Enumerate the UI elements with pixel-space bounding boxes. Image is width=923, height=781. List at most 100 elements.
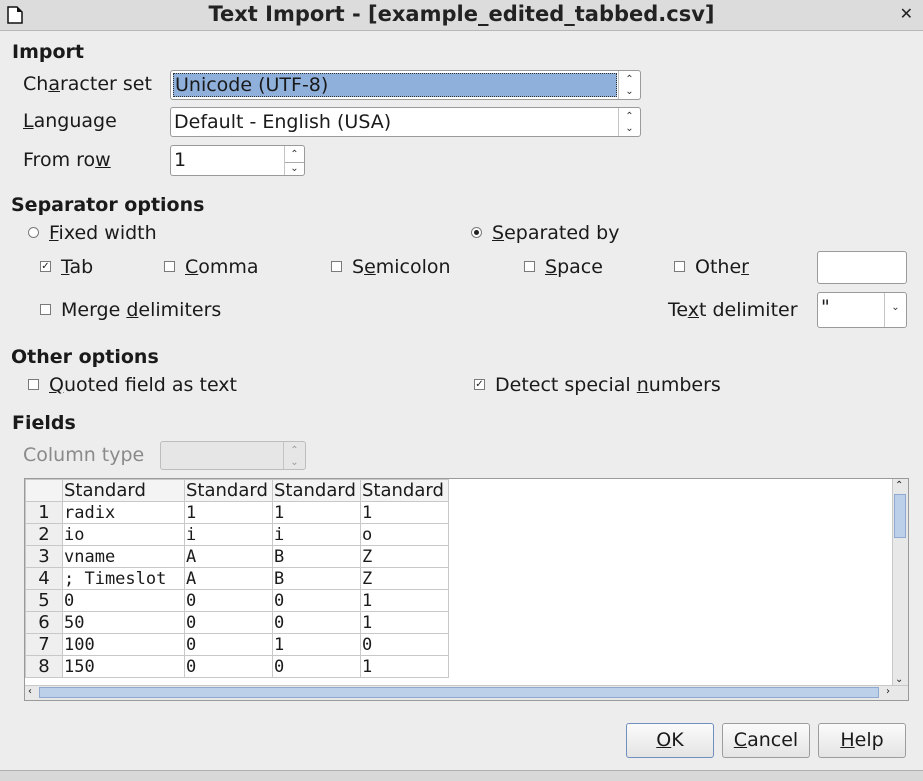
spinner-buttons[interactable]: ⌃ ⌄: [284, 146, 304, 175]
cell: 0: [272, 655, 361, 678]
merge-delimiters-checkbox[interactable]: [40, 304, 51, 315]
table-row: 4; Timeslot A B Z: [25, 567, 449, 590]
comma-checkbox[interactable]: [164, 261, 175, 272]
space-label[interactable]: Space: [545, 256, 603, 278]
quoted-field-label[interactable]: Quoted field as text: [49, 374, 237, 396]
tab-checkbox[interactable]: ✓: [40, 261, 51, 272]
spin-down-icon[interactable]: ⌄: [285, 163, 304, 175]
cell: 0: [184, 655, 273, 678]
cell: A: [184, 545, 273, 568]
charset-value: Unicode (UTF-8): [175, 74, 329, 96]
row-number: 8: [25, 655, 63, 678]
cell: B: [272, 545, 361, 568]
row-number: 1: [25, 501, 63, 524]
cell: 0: [62, 589, 185, 612]
cell: vname: [62, 545, 185, 568]
column-type-label: Column type: [23, 444, 145, 466]
language-select[interactable]: Default - English (USA) ⌃ ⌄: [170, 107, 641, 137]
comma-label[interactable]: Comma: [185, 256, 259, 278]
detect-special-numbers-checkbox[interactable]: ✓: [474, 379, 485, 390]
text-delimiter-label: Text delimiter: [668, 299, 798, 321]
spin-updown-icon: ⌃ ⌄: [283, 442, 305, 469]
cell: o: [360, 523, 449, 546]
table-row: 2 io i i o: [25, 523, 449, 546]
cell: 0: [184, 633, 273, 656]
column-header[interactable]: Standard: [360, 479, 449, 502]
other-checkbox[interactable]: [674, 261, 685, 272]
close-icon[interactable]: ✕: [900, 4, 913, 23]
column-header[interactable]: Standard: [62, 479, 185, 502]
semicolon-label[interactable]: Semicolon: [352, 256, 451, 278]
quoted-field-checkbox[interactable]: [28, 379, 39, 390]
fixed-width-label[interactable]: Fixed width: [49, 222, 157, 244]
cell: B: [272, 567, 361, 590]
scroll-up-icon[interactable]: ⌃: [895, 480, 903, 491]
chevron-down-icon[interactable]: ⌄: [884, 293, 906, 327]
column-type-select[interactable]: ⌃ ⌄: [160, 441, 306, 470]
fields-preview-grid[interactable]: Standard Standard Standard Standard 1 rad…: [24, 478, 909, 701]
cancel-button[interactable]: Cancel: [722, 723, 810, 758]
language-value: Default - English (USA): [174, 111, 392, 133]
cell: 1: [272, 633, 361, 656]
scroll-left-icon[interactable]: ‹: [28, 686, 32, 697]
text-delimiter-select[interactable]: " ⌄: [817, 292, 907, 328]
row-number: 6: [25, 611, 63, 634]
cell: 0: [184, 611, 273, 634]
horizontal-scroll-thumb[interactable]: [39, 687, 879, 698]
from-row-value: 1: [174, 149, 187, 171]
cell: 100: [62, 633, 185, 656]
cell: 1: [360, 611, 449, 634]
text-delimiter-value: ": [821, 296, 830, 318]
column-header[interactable]: Standard: [272, 479, 361, 502]
tab-label[interactable]: Tab: [61, 256, 93, 278]
cell: radix: [62, 501, 185, 524]
spin-up-icon[interactable]: ⌃: [285, 149, 304, 163]
separated-by-radio[interactable]: [471, 227, 482, 238]
scroll-right-icon[interactable]: ›: [886, 686, 890, 697]
ok-button[interactable]: OK: [626, 723, 714, 758]
other-label[interactable]: Other: [695, 256, 749, 278]
table-row: 7 100 0 1 0: [25, 633, 449, 656]
language-label: Language: [23, 110, 117, 132]
vertical-scroll-thumb[interactable]: [894, 494, 906, 538]
cell: i: [272, 523, 361, 546]
table-row: 1 radix 1 1 1: [25, 501, 449, 524]
from-row-spinner[interactable]: 1 ⌃ ⌄: [170, 145, 305, 176]
table-row: 6 50 0 0 1: [25, 611, 449, 634]
table-row: 8 150 0 0 1: [25, 655, 449, 678]
cell: Z: [360, 545, 449, 568]
merge-delimiters-label[interactable]: Merge delimiters: [61, 299, 221, 321]
cell: 1: [272, 501, 361, 524]
cell: 50: [62, 611, 185, 634]
help-button[interactable]: Help: [818, 723, 906, 758]
cell: Z: [360, 567, 449, 590]
cell: 1: [360, 501, 449, 524]
cell: 1: [360, 589, 449, 612]
vertical-scrollbar[interactable]: ⌃ ⌄: [892, 479, 908, 686]
cell: 0: [184, 589, 273, 612]
spin-updown-icon[interactable]: ⌃ ⌄: [618, 108, 640, 136]
cell: ; Timeslot: [62, 567, 185, 590]
horizontal-scrollbar[interactable]: ‹ ›: [25, 685, 908, 700]
spin-updown-icon[interactable]: ⌃ ⌄: [618, 71, 640, 99]
fields-table: Standard Standard Standard Standard 1 rad…: [25, 479, 449, 678]
semicolon-checkbox[interactable]: [331, 261, 342, 272]
separator-heading: Separator options: [11, 194, 205, 216]
cell: A: [184, 567, 273, 590]
from-row-label: From row: [23, 149, 111, 171]
other-input[interactable]: [817, 251, 907, 284]
row-number: 5: [25, 589, 63, 612]
window-title: Text Import - [example_edited_tabbed.csv…: [208, 2, 715, 26]
row-number: 2: [25, 523, 63, 546]
scroll-down-icon[interactable]: ⌄: [895, 674, 903, 685]
column-header[interactable]: Standard: [184, 479, 273, 502]
separated-by-label[interactable]: Separated by: [492, 222, 619, 244]
cell: io: [62, 523, 185, 546]
charset-select[interactable]: Unicode (UTF-8) ⌃ ⌄: [170, 70, 641, 100]
cell: i: [184, 523, 273, 546]
space-checkbox[interactable]: [524, 261, 535, 272]
fixed-width-radio[interactable]: [28, 227, 39, 238]
title-bar[interactable]: Text Import - [example_edited_tabbed.csv…: [0, 0, 923, 31]
detect-special-numbers-label[interactable]: Detect special numbers: [495, 374, 721, 396]
row-number: 7: [25, 633, 63, 656]
